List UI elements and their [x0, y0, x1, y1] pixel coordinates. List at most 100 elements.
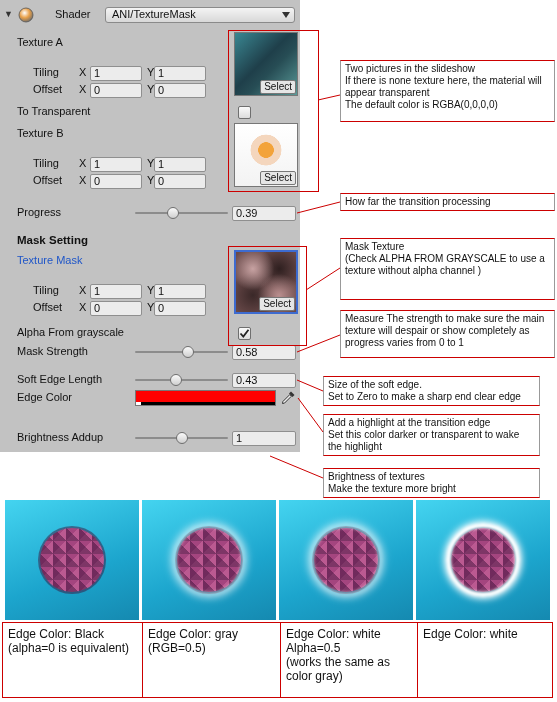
dropdown-arrow-icon [282, 12, 290, 18]
alpha-bar [136, 402, 275, 405]
callout-box: Size of the soft edge.Set to Zero to mak… [323, 376, 540, 406]
texture-label: Texture A [17, 32, 234, 50]
tiling-row: TilingX1Y1 [17, 65, 234, 81]
property-row: Progress0.39 [17, 205, 298, 221]
texture-thumbnail[interactable]: Select [234, 250, 298, 314]
toggle-label: To Transparent [17, 105, 238, 119]
example-render [5, 500, 139, 620]
y-label: Y [147, 66, 154, 80]
edge-highlight [446, 523, 520, 597]
color-field[interactable] [135, 390, 276, 406]
sphere-render [40, 528, 104, 592]
edge-highlight [309, 523, 383, 597]
example-caption: Edge Color: white [417, 622, 553, 698]
texture-thumbnail[interactable]: Select [234, 32, 298, 96]
y-label: Y [147, 174, 154, 188]
tiling-y-field[interactable]: 1 [154, 157, 206, 172]
callout-text: How far the transition processing [345, 196, 550, 208]
slider-label: Soft Edge Length [17, 373, 135, 387]
slider-label: Brightness Addup [17, 431, 135, 445]
callout-column: Two pictures in the slideshowIf there is… [300, 0, 557, 498]
slider-value[interactable]: 0.58 [232, 345, 296, 360]
caption-text: Edge Color: Black [8, 627, 137, 641]
x-label: X [79, 66, 90, 80]
tiling-y-field[interactable]: 1 [154, 66, 206, 81]
offset-row: OffsetX0Y0 [17, 82, 234, 98]
tiling-row: TilingX1Y1 [17, 156, 234, 172]
tiling-row: TilingX1Y1 [17, 283, 234, 299]
annotation-lines [0, 0, 557, 498]
select-button[interactable]: Select [260, 171, 296, 185]
property-row: Mask Setting [17, 232, 298, 248]
checkbox[interactable] [238, 327, 251, 340]
caption-text: Edge Color: white [423, 627, 547, 641]
slider-value[interactable]: 0.39 [232, 206, 296, 221]
slider-knob[interactable] [167, 207, 179, 219]
texture-thumbnail[interactable]: Select [234, 123, 298, 187]
callout-text: Add a highlight at the transition edge [328, 417, 535, 429]
offset-label: Offset [17, 301, 79, 315]
example-render [416, 500, 550, 620]
callout-text: Size of the soft edge. [328, 379, 535, 391]
slider-knob[interactable] [176, 432, 188, 444]
example-caption: Edge Color: Black(alpha=0 is equivalent) [2, 622, 143, 698]
offset-x-field[interactable]: 0 [90, 83, 142, 98]
slider-track[interactable] [135, 372, 228, 388]
tiling-x-field[interactable]: 1 [90, 66, 142, 81]
caption-text: Edge Color: gray [148, 627, 275, 641]
texture-fields: Texture MaskTilingX1Y1OffsetX0Y0 [17, 250, 234, 316]
check-icon [239, 328, 250, 339]
texture-label: Texture B [17, 123, 234, 141]
foldout-toggle[interactable]: ▼ [4, 9, 16, 20]
caption-text: (alpha=0 is equivalent) [8, 641, 137, 655]
slider-track[interactable] [135, 430, 228, 446]
offset-y-field[interactable]: 0 [154, 174, 206, 189]
caption-text: (RGB=0.5) [148, 641, 275, 655]
tiling-x-field[interactable]: 1 [90, 157, 142, 172]
slider-value[interactable]: 0.43 [232, 373, 296, 388]
offset-label: Offset [17, 174, 79, 188]
y-label: Y [147, 301, 154, 315]
toggle-label: Alpha From grayscale [17, 326, 238, 340]
slider-knob[interactable] [182, 346, 194, 358]
offset-label: Offset [17, 83, 79, 97]
callout-box: Two pictures in the slideshowIf there is… [340, 60, 555, 122]
slider-track[interactable] [135, 205, 228, 221]
shader-icon [18, 7, 34, 23]
texture-fields: Texture BTilingX1Y1OffsetX0Y0 [17, 123, 234, 189]
edge-highlight [35, 523, 109, 597]
slider-value[interactable]: 1 [232, 431, 296, 446]
shader-dropdown[interactable]: ANI/TextureMask [105, 7, 295, 23]
select-button[interactable]: Select [260, 80, 296, 94]
property-row: To Transparent [17, 104, 298, 120]
callout-box: Add a highlight at the transition edgeSe… [323, 414, 540, 456]
callout-box: Mask Texture (Check ALPHA FROM GRAYSCALE… [340, 238, 555, 300]
offset-y-field[interactable]: 0 [154, 83, 206, 98]
example-captions: Edge Color: Black(alpha=0 is equivalent)… [3, 622, 557, 698]
property-row: Texture MaskTilingX1Y1OffsetX0Y0Select [17, 250, 298, 316]
slider-knob[interactable] [170, 374, 182, 386]
caption-text: (works the same as color gray) [286, 655, 412, 683]
x-label: X [79, 284, 90, 298]
slider-track[interactable] [135, 344, 228, 360]
example-renders [0, 500, 557, 620]
eyedropper-icon[interactable] [280, 390, 296, 406]
example-caption: Edge Color: whiteAlpha=0.5(works the sam… [280, 622, 418, 698]
select-button[interactable]: Select [259, 297, 295, 311]
x-label: X [79, 157, 90, 171]
checkbox[interactable] [238, 106, 251, 119]
x-label: X [79, 83, 90, 97]
annotated-inspector: ▼ShaderANI/TextureMaskTexture ATilingX1Y… [0, 0, 557, 498]
shader-label: Shader [55, 8, 105, 22]
offset-y-field[interactable]: 0 [154, 301, 206, 316]
edge-highlight [172, 523, 246, 597]
caption-text: Alpha=0.5 [286, 641, 412, 655]
offset-x-field[interactable]: 0 [90, 174, 142, 189]
offset-x-field[interactable]: 0 [90, 301, 142, 316]
tiling-x-field[interactable]: 1 [90, 284, 142, 299]
callout-text: Measure The strength to make sure the ma… [345, 313, 550, 349]
example-caption: Edge Color: gray(RGB=0.5) [142, 622, 281, 698]
tiling-y-field[interactable]: 1 [154, 284, 206, 299]
tiling-label: Tiling [17, 284, 79, 298]
x-label: X [79, 174, 90, 188]
